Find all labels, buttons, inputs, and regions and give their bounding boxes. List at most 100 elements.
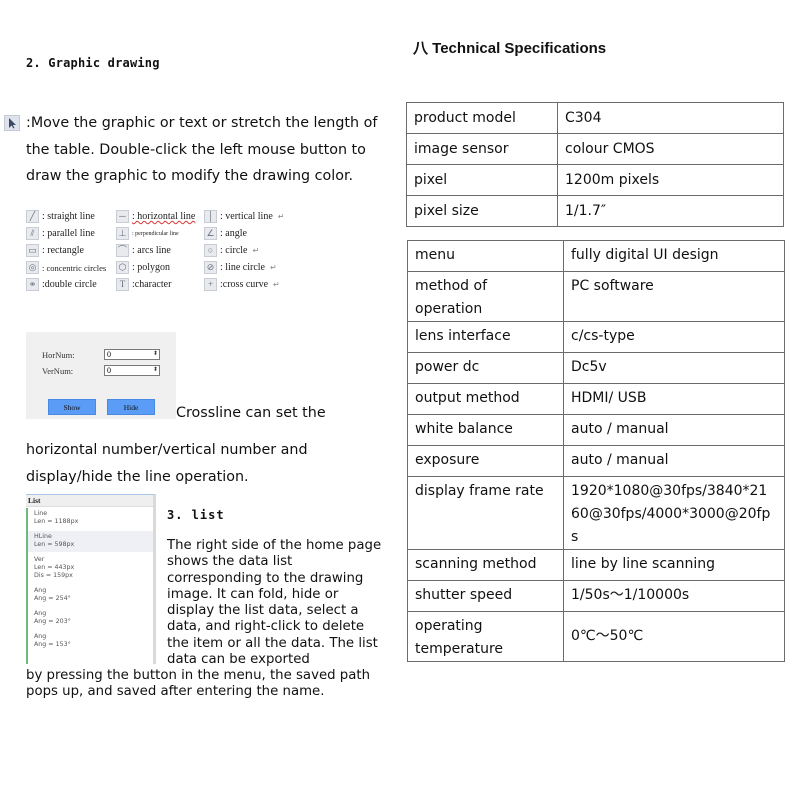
return-mark-icon: ↵ xyxy=(252,246,260,255)
spec-value: 1/1.7″ xyxy=(557,195,784,227)
return-mark-icon: ↵ xyxy=(277,212,285,221)
circle-icon: ○ xyxy=(204,244,217,257)
list-item-value: Ang = 153° xyxy=(34,641,71,648)
spec-row: product model C304 xyxy=(406,102,784,134)
cross-curve-icon: + xyxy=(204,278,217,291)
hornum-input[interactable]: 0 ⬍ xyxy=(104,349,160,360)
list-panel: List Line Len = 1188px HLine Len = 598px… xyxy=(26,494,156,664)
tool-label: : perpendicular line xyxy=(132,230,179,237)
hornum-spinner-icon[interactable]: ⬍ xyxy=(153,350,158,359)
tool-label: : parallel line xyxy=(42,228,95,239)
spec-key: pixel xyxy=(406,164,558,196)
spec-row: display frame rate 1920*1080@30fps/3840*2… xyxy=(407,476,785,550)
list-item[interactable]: Ang Ang = 203° xyxy=(28,608,153,629)
spec-value: line by line scanning xyxy=(563,549,785,581)
spec-row: pixel size 1/1.7″ xyxy=(406,195,784,227)
hide-button[interactable]: Hide xyxy=(107,399,155,415)
spec-value: 1200m pixels xyxy=(557,164,784,196)
tool-polygon: ⬡: polygon xyxy=(116,261,204,274)
spec-value: auto / manual xyxy=(563,445,785,477)
list-item[interactable]: Line Len = 1188px xyxy=(28,508,153,529)
list-item[interactable]: Ver Len = 443px Dis = 159px xyxy=(28,554,153,583)
graphic-drawing-heading: 2. Graphic drawing xyxy=(26,56,160,70)
spec-key: display frame rate xyxy=(407,476,564,550)
tool-double-circle: ⚭:double circle xyxy=(26,278,116,291)
spec-value: auto / manual xyxy=(563,414,785,446)
list-item-name: Line xyxy=(34,510,48,517)
spec-value: c/cs-type xyxy=(563,321,785,353)
list-header[interactable]: List xyxy=(26,495,153,507)
spec-row: scanning method line by line scanning xyxy=(407,549,785,581)
drawing-tools-legend: ╱: straight line ─: horizontal line │: v… xyxy=(26,208,296,293)
spec-value: fully digital UI design xyxy=(563,240,785,272)
list-item-name: Ang xyxy=(34,633,47,640)
tool-horizontal-line: ─: horizontal line xyxy=(116,210,204,223)
spec-key: output method xyxy=(407,383,564,415)
crossline-panel: HorNum: 0 ⬍ VerNum: 0 ⬍ Show Hide xyxy=(26,332,176,419)
crossline-description-cont: horizontal number/vertical number and di… xyxy=(26,442,308,485)
concentric-circles-icon: ◎ xyxy=(26,261,39,274)
rectangle-icon: ▭ xyxy=(26,244,39,257)
vernum-value: 0 xyxy=(107,366,111,375)
spec-row: lens interface c/cs-type xyxy=(407,321,785,353)
character-icon: T xyxy=(116,278,129,291)
spec-key: method of operation xyxy=(407,271,564,322)
tool-character: T:character xyxy=(116,278,204,291)
vernum-label: VerNum: xyxy=(42,366,74,376)
tool-label: : circle xyxy=(220,245,248,256)
list-item-selected[interactable]: HLine Len = 598px xyxy=(28,531,153,552)
list-item[interactable]: Ang Ang = 153° xyxy=(28,631,153,652)
spec-value: colour CMOS xyxy=(557,133,784,165)
vernum-input[interactable]: 0 ⬍ xyxy=(104,365,160,376)
spec-value: 0℃～50℃ xyxy=(563,611,785,662)
spec-row: menu fully digital UI design xyxy=(407,240,785,272)
spec-row: exposure auto / manual xyxy=(407,445,785,477)
tool-parallel-line: ⫽: parallel line xyxy=(26,227,116,240)
vernum-spinner-icon[interactable]: ⬍ xyxy=(153,366,158,375)
tool-row: ◎: concentric circles ⬡: polygon ⊘: line… xyxy=(26,259,296,276)
tool-perpendicular-line: ⊥: perpendicular line xyxy=(116,227,204,240)
tool-label: : line circle xyxy=(220,262,265,273)
crossline-description: Crossline can set the xyxy=(176,405,326,421)
spec-table-basic: product model C304 image sensor colour CMO… xyxy=(406,102,784,227)
tool-row: ▭: rectangle ⌒: arcs line ○: circle ↵ xyxy=(26,242,296,259)
spec-row: pixel 1200m pixels xyxy=(406,164,784,196)
tool-label: : concentric circles xyxy=(42,262,107,273)
list-description-cont: by pressing the button in the menu, the … xyxy=(26,668,371,700)
spec-key: white balance xyxy=(407,414,564,446)
spec-value: PC software xyxy=(563,271,785,322)
tool-arcs-line: ⌒: arcs line xyxy=(116,244,204,257)
move-description: :Move the graphic or text or stretch the… xyxy=(26,115,378,184)
polygon-icon: ⬡ xyxy=(116,261,129,274)
perpendicular-line-icon: ⊥ xyxy=(116,227,129,240)
list-item-name: HLine xyxy=(34,533,52,540)
spec-value: 1920*1080@30fps/3840*2160@30fps/4000*300… xyxy=(563,476,785,550)
tool-angle: ∠: angle xyxy=(204,227,296,240)
list-item-value: Len = 598px xyxy=(34,541,75,548)
tool-label: :cross curve xyxy=(220,279,269,290)
list-item-value: Len = 1188px xyxy=(34,518,79,525)
list-item-value: Len = 443px xyxy=(34,564,75,571)
spec-key: pixel size xyxy=(406,195,558,227)
show-button[interactable]: Show xyxy=(48,399,96,415)
angle-icon: ∠ xyxy=(204,227,217,240)
vertical-line-icon: │ xyxy=(204,210,217,223)
pointer-arrow-icon xyxy=(4,115,20,131)
spec-key: image sensor xyxy=(406,133,558,165)
tool-circle: ○: circle ↵ xyxy=(204,244,296,257)
return-mark-icon: ↵ xyxy=(273,280,280,289)
tool-label: : straight line xyxy=(42,211,95,222)
list-item-name: Ver xyxy=(34,556,45,563)
hornum-label: HorNum: xyxy=(42,350,75,360)
spec-key: exposure xyxy=(407,445,564,477)
spec-key: menu xyxy=(407,240,564,272)
tool-row: ╱: straight line ─: horizontal line │: v… xyxy=(26,208,296,225)
line-circle-icon: ⊘ xyxy=(204,261,217,274)
tool-label: : horizontal line xyxy=(132,211,196,222)
list-item[interactable]: Ang Ang = 254° xyxy=(28,585,153,606)
spec-value: HDMI/ USB xyxy=(563,383,785,415)
spec-table-detail: menu fully digital UI design method of op… xyxy=(407,240,785,662)
tool-line-circle: ⊘: line circle ↵ xyxy=(204,261,296,274)
tool-label: :double circle xyxy=(42,279,97,290)
spec-key: shutter speed xyxy=(407,580,564,612)
